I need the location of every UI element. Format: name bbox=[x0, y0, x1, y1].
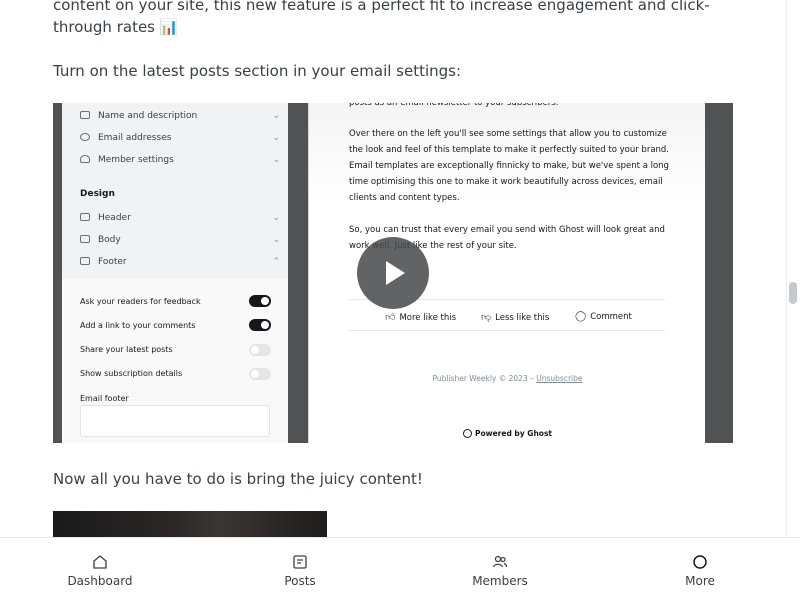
nav-members[interactable]: Members bbox=[400, 538, 600, 600]
post-image bbox=[53, 511, 327, 537]
scrollbar-thumb[interactable] bbox=[789, 282, 797, 304]
at-icon bbox=[80, 133, 90, 141]
email-footer-text: Publisher Weekly © 2023 – Unsubscribe bbox=[432, 374, 583, 383]
play-button[interactable] bbox=[357, 237, 429, 309]
design-heading: Design bbox=[80, 189, 115, 199]
toggle-label-comments: Add a link to your comments bbox=[80, 321, 196, 330]
footer-icon bbox=[80, 257, 90, 265]
nav-dashboard[interactable]: Dashboard bbox=[0, 538, 200, 600]
toggle-feedback bbox=[249, 295, 271, 307]
chevron-up-icon: ⌃ bbox=[272, 257, 280, 267]
chevron-down-icon: ⌄ bbox=[272, 235, 280, 245]
comment-action: ◯ Comment bbox=[575, 311, 632, 322]
user-icon bbox=[80, 155, 90, 163]
home-icon bbox=[93, 555, 107, 569]
nav-more[interactable]: More bbox=[600, 538, 800, 600]
chevron-down-icon: ⌄ bbox=[272, 133, 280, 143]
thumbs-down-icon: 👎︎ bbox=[481, 312, 492, 323]
text-align-icon bbox=[80, 111, 90, 119]
toggle-label-latest-posts: Share your latest posts bbox=[80, 345, 173, 354]
post-content: content on your site, this new feature i… bbox=[0, 0, 786, 537]
body-icon bbox=[80, 235, 90, 243]
settings-row-member: Member settings ⌄ bbox=[80, 153, 280, 167]
bottom-nav: Dashboard Posts Members More bbox=[0, 537, 800, 600]
nav-dashboard-label: Dashboard bbox=[67, 574, 133, 588]
paragraph-closing: Now all you have to do is bring the juic… bbox=[53, 470, 423, 488]
nav-more-label: More bbox=[685, 574, 715, 588]
chevron-down-icon: ⌄ bbox=[272, 213, 280, 223]
more-like-this: 👍︎ More like this bbox=[385, 312, 457, 323]
design-row-header: Header ⌄ bbox=[80, 211, 280, 225]
unsubscribe-link: Unsubscribe bbox=[536, 374, 583, 383]
footer-settings: Ask your readers for feedback Add a link… bbox=[62, 279, 288, 443]
email-footer-label: Email footer bbox=[80, 394, 129, 403]
email-paragraph-1: Over there on the left you'll see some s… bbox=[349, 129, 670, 203]
video-player[interactable]: Name and description ⌄ Email addresses ⌄ M… bbox=[53, 103, 733, 443]
design-row-body: Body ⌄ bbox=[80, 233, 280, 247]
toggle-latest-posts bbox=[249, 344, 271, 356]
toggle-label-feedback: Ask your readers for feedback bbox=[80, 297, 201, 306]
less-like-this: 👎︎ Less like this bbox=[481, 312, 550, 323]
members-icon bbox=[492, 555, 508, 568]
settings-row-email: Email addresses ⌄ bbox=[80, 131, 280, 145]
chevron-down-icon: ⌄ bbox=[272, 111, 280, 121]
nav-posts-label: Posts bbox=[284, 574, 316, 588]
posts-icon bbox=[293, 555, 307, 569]
comment-icon: ◯ bbox=[575, 311, 587, 322]
ghost-logo-icon bbox=[463, 429, 472, 438]
nav-members-label: Members bbox=[472, 574, 528, 588]
email-line: posts as an email newsletter to your sub… bbox=[349, 103, 559, 108]
toggle-subscription bbox=[249, 368, 271, 380]
email-footer-field bbox=[80, 405, 270, 437]
play-icon bbox=[386, 261, 405, 285]
paragraph-instructions: Turn on the latest posts section in your… bbox=[53, 62, 462, 80]
toggle-comments bbox=[249, 319, 271, 331]
toggle-label-subscription: Show subscription details bbox=[80, 369, 183, 378]
header-icon bbox=[80, 213, 90, 221]
thumbs-up-icon: 👍︎ bbox=[385, 312, 396, 323]
settings-panel: Name and description ⌄ Email addresses ⌄ M… bbox=[62, 103, 288, 443]
design-row-footer: Footer ⌃ bbox=[80, 255, 280, 269]
nav-posts[interactable]: Posts bbox=[200, 538, 400, 600]
paragraph-intro: content on your site, this new feature i… bbox=[53, 0, 710, 36]
scrollbar-track[interactable] bbox=[786, 0, 800, 537]
more-icon bbox=[693, 555, 707, 569]
settings-row-name: Name and description ⌄ bbox=[80, 109, 280, 123]
chevron-down-icon: ⌄ bbox=[272, 155, 280, 165]
powered-by-ghost: Powered by Ghost bbox=[309, 429, 706, 438]
